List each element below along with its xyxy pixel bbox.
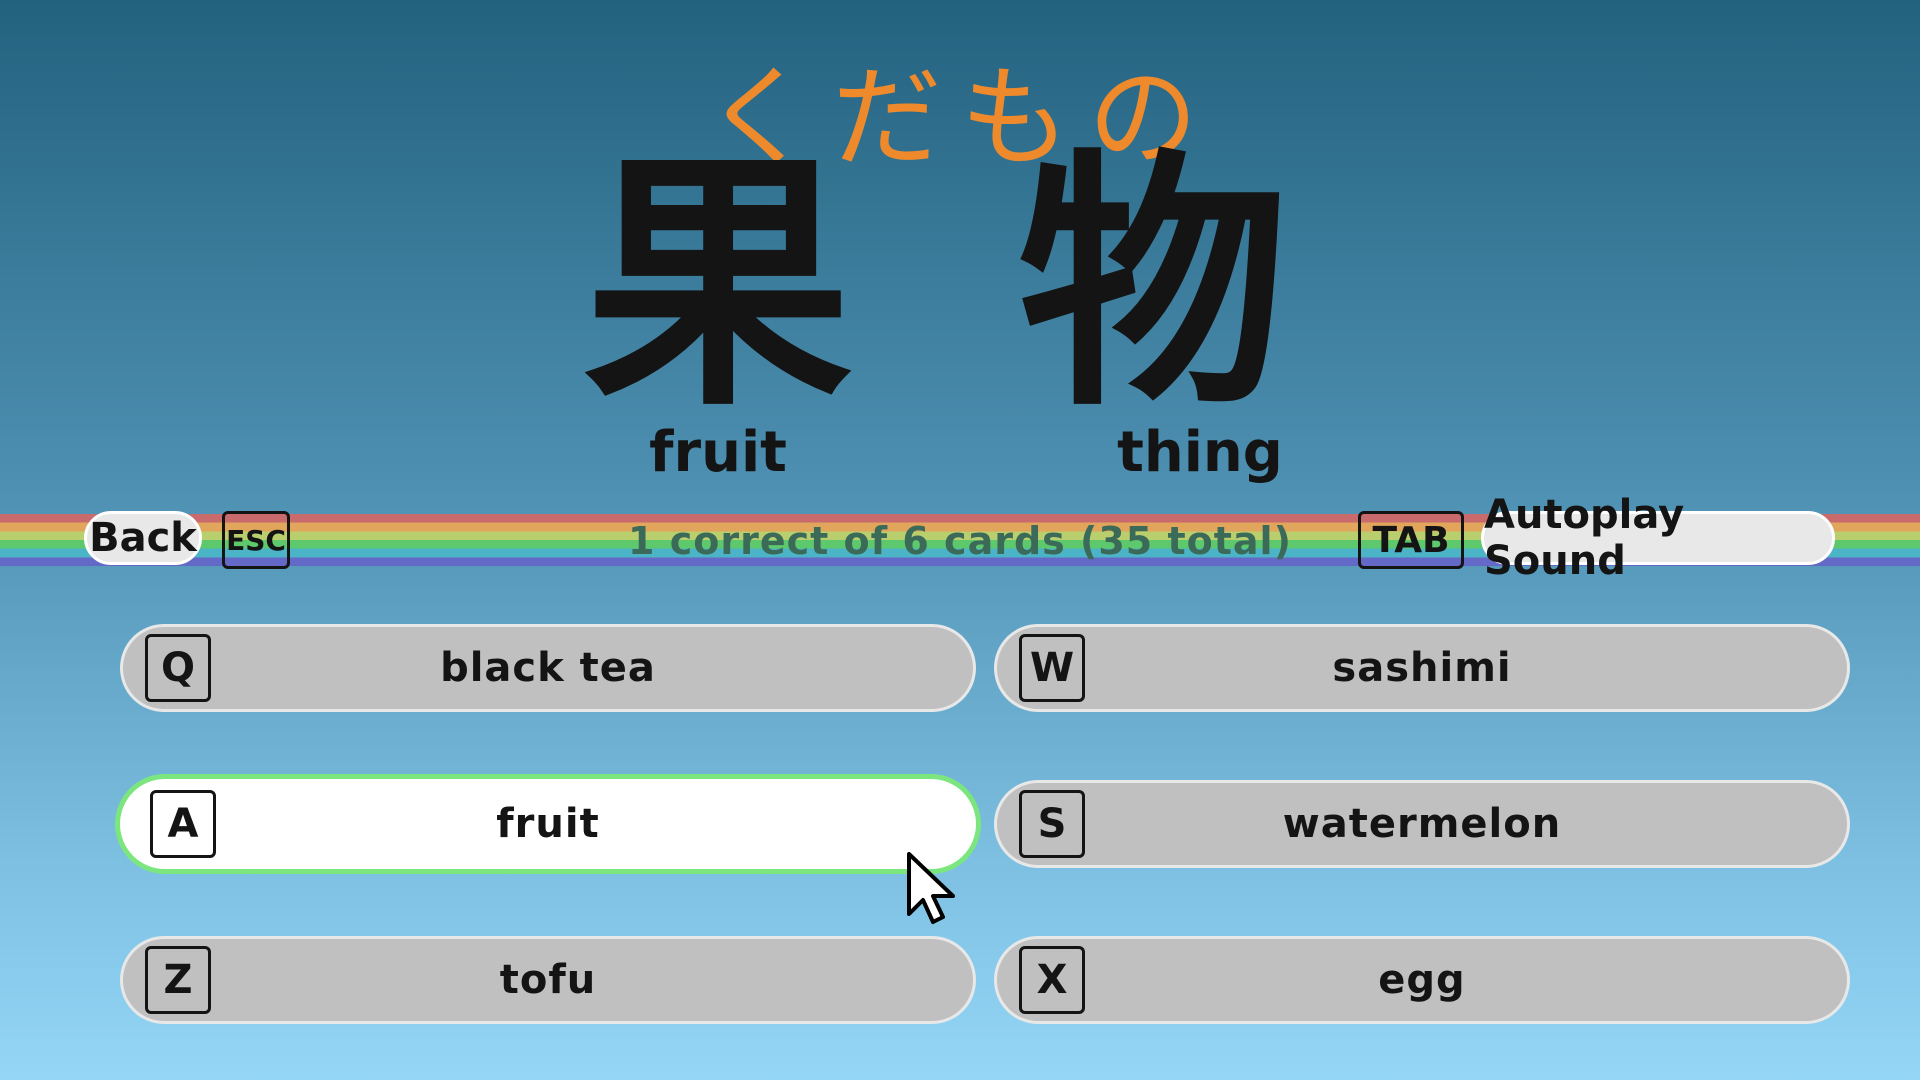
flashcard-reading: くだもの (704, 54, 1216, 182)
tab-keycap: TAB (1358, 511, 1464, 569)
choice-label: fruit (496, 801, 600, 847)
mouse-cursor-icon (907, 852, 955, 924)
choice-label: watermelon (1282, 801, 1562, 847)
kanji-1-gloss: fruit (649, 420, 787, 485)
choice-label: sashimi (1332, 645, 1512, 691)
kanji-1: 果 (583, 127, 853, 442)
choice-a[interactable]: A fruit (115, 774, 981, 874)
choice-label: tofu (499, 957, 597, 1003)
choice-z[interactable]: Z tofu (120, 936, 976, 1024)
back-button[interactable]: Back (84, 511, 202, 565)
kanji-2-gloss: thing (1117, 420, 1283, 485)
back-button-label: Back (89, 515, 197, 561)
choice-w[interactable]: W sashimi (994, 624, 1850, 712)
choice-label: black tea (440, 645, 656, 691)
progress-text: 1 correct of 6 cards (35 total) (628, 519, 1292, 563)
esc-keycap: ESC (222, 511, 290, 569)
kanji-2: 物 (1018, 127, 1288, 442)
autoplay-sound-label: Autoplay Sound (1484, 492, 1685, 584)
choice-q[interactable]: Q black tea (120, 624, 976, 712)
choice-label: egg (1378, 957, 1466, 1003)
choice-x[interactable]: X egg (994, 936, 1850, 1024)
choice-s[interactable]: S watermelon (994, 780, 1850, 868)
autoplay-sound-button[interactable]: Autoplay Sound (1481, 492, 1835, 584)
